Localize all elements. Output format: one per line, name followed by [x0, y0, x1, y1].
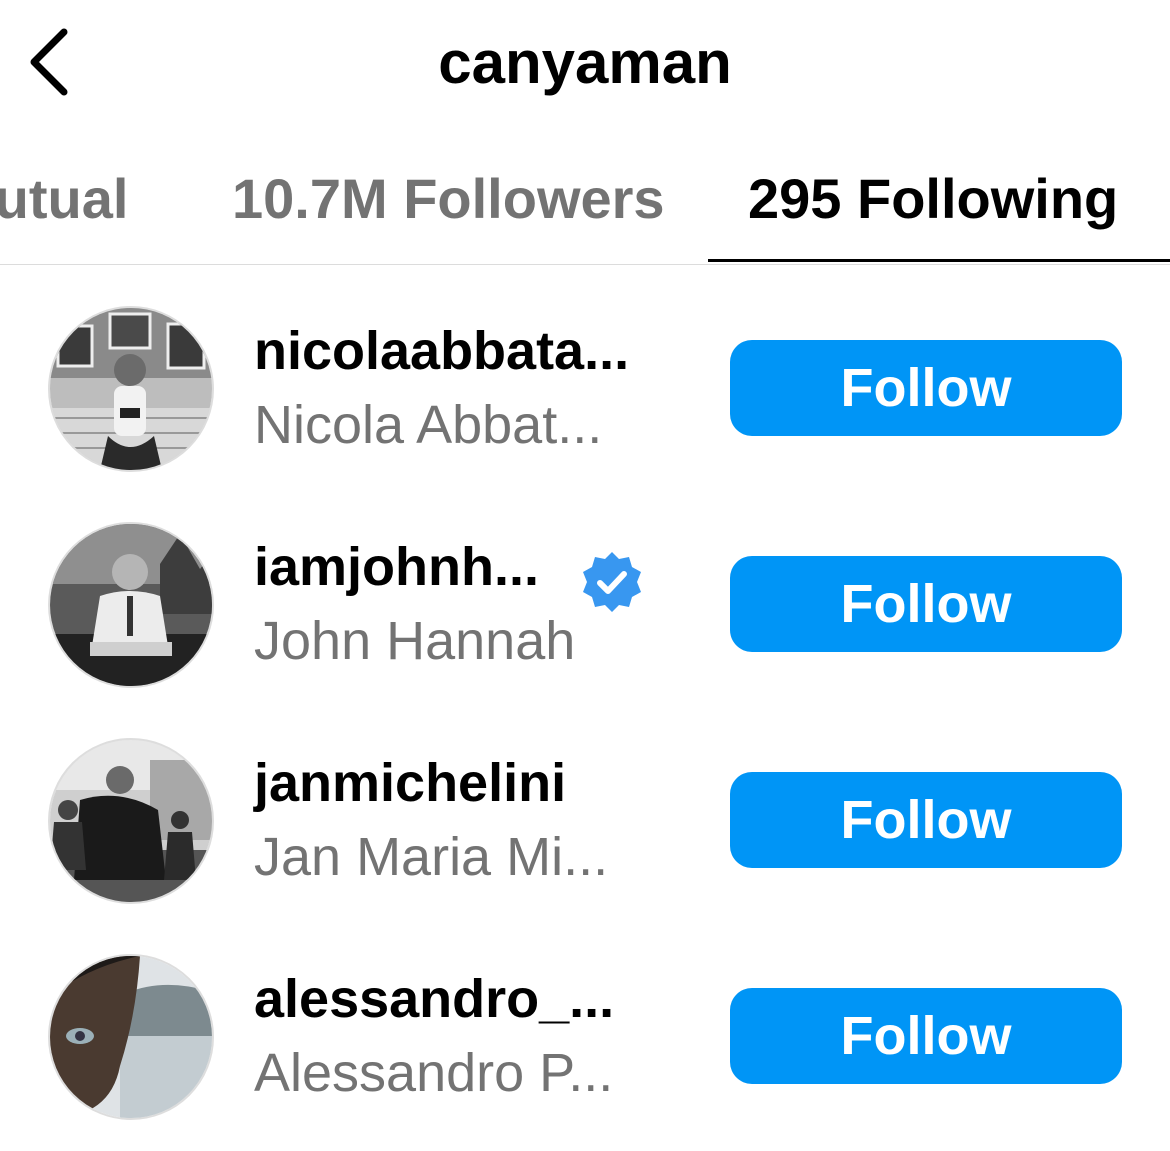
avatar[interactable] [48, 954, 214, 1120]
username[interactable]: nicolaabbata... [254, 320, 629, 382]
tab-followers[interactable]: 10.7M Followers [232, 166, 665, 231]
list-item[interactable]: nicolaabbata... Nicola Abbat... Follow [0, 306, 1170, 522]
follow-button[interactable]: Follow [730, 988, 1122, 1084]
username[interactable]: janmichelini [254, 752, 566, 814]
tab-bar: Mutual 10.7M Followers 295 Following [0, 140, 1170, 265]
full-name: Nicola Abbat... [254, 395, 603, 455]
tab-following[interactable]: 295 Following [748, 166, 1118, 231]
full-name: Alessandro P... [254, 1043, 614, 1103]
username[interactable]: alessandro_... [254, 968, 614, 1030]
avatar[interactable] [48, 738, 214, 904]
avatar[interactable] [48, 306, 214, 472]
header: canyaman [0, 0, 1170, 130]
verified-badge-icon [583, 552, 641, 612]
follow-button[interactable]: Follow [730, 556, 1122, 652]
active-tab-indicator [708, 259, 1170, 262]
list-item[interactable]: iamjohnh... John Hannah Follow [0, 522, 1170, 738]
follow-button[interactable]: Follow [730, 772, 1122, 868]
following-list-screen: canyaman Mutual 10.7M Followers 295 Foll… [0, 0, 1170, 1151]
full-name: Jan Maria Mi... [254, 827, 609, 887]
full-name: John Hannah [254, 611, 576, 671]
page-title: canyaman [438, 29, 732, 96]
list-item[interactable]: janmichelini Jan Maria Mi... Follow [0, 738, 1170, 954]
username[interactable]: iamjohnh... [254, 536, 539, 598]
avatar[interactable] [48, 522, 214, 688]
follow-button[interactable]: Follow [730, 340, 1122, 436]
tab-mutual[interactable]: Mutual [0, 166, 128, 231]
list-item[interactable]: alessandro_... Alessandro P... Follow [0, 954, 1170, 1151]
